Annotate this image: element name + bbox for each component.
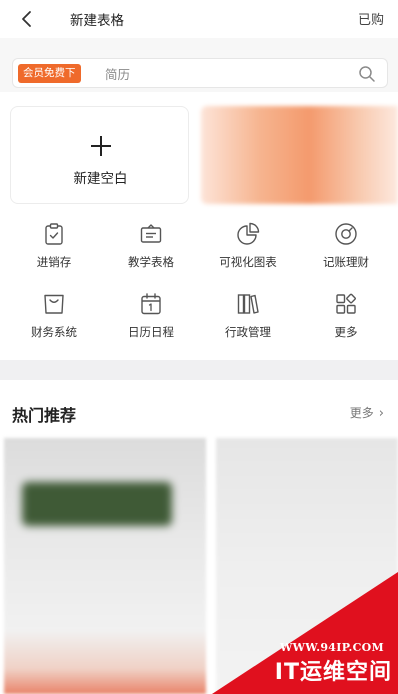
more-label: 更多 bbox=[349, 406, 374, 420]
page-title: 新建表格 bbox=[70, 13, 124, 29]
category-label: 教学表格 bbox=[128, 255, 174, 269]
member-free-tag[interactable]: 会员免费下 bbox=[18, 64, 81, 83]
watermark-name: IT运维空间 bbox=[274, 660, 392, 685]
pie-chart-icon bbox=[237, 222, 260, 245]
category-label: 财务系统 bbox=[31, 325, 77, 339]
template-thumbnail[interactable] bbox=[4, 438, 206, 694]
calendar-icon bbox=[141, 293, 161, 315]
search-icon[interactable] bbox=[358, 65, 376, 83]
more-link[interactable]: 更多 › bbox=[350, 404, 384, 421]
section-divider bbox=[0, 360, 398, 380]
books-icon bbox=[237, 294, 259, 314]
category-item-visual-chart[interactable]: 可视化图表 bbox=[198, 222, 298, 278]
category-item-calendar[interactable]: 日历日程 bbox=[101, 292, 201, 348]
teaching-board-icon bbox=[140, 224, 162, 243]
category-item-more[interactable]: 更多 bbox=[296, 292, 396, 348]
category-label: 行政管理 bbox=[225, 325, 271, 339]
category-item-inventory[interactable]: 进销存 bbox=[4, 222, 104, 278]
category-item-teaching[interactable]: 教学表格 bbox=[101, 222, 201, 278]
main-panel: 新建空白 进销存 教学表格 可视化图表 记账理财 财务系统 日历日程 行政管理 … bbox=[0, 92, 398, 360]
new-blank-card[interactable]: 新建空白 bbox=[10, 106, 189, 204]
search-area: 会员免费下 bbox=[0, 38, 398, 92]
plus-icon bbox=[91, 136, 111, 156]
category-label: 可视化图表 bbox=[219, 255, 277, 269]
watermark-url: WWW.94IP.COM bbox=[279, 641, 384, 654]
category-label: 进销存 bbox=[36, 255, 72, 269]
purchased-link[interactable]: 已购 bbox=[358, 9, 384, 28]
category-item-admin[interactable]: 行政管理 bbox=[198, 292, 298, 348]
new-blank-label: 新建空白 bbox=[73, 171, 128, 187]
top-bar: 新建表格 已购 bbox=[0, 0, 398, 38]
category-item-bookkeeping[interactable]: 记账理财 bbox=[296, 222, 396, 278]
grid-more-icon bbox=[336, 293, 356, 314]
category-label: 记账理财 bbox=[323, 255, 369, 269]
category-label: 更多 bbox=[334, 325, 358, 339]
clipboard-check-icon bbox=[45, 223, 63, 245]
back-arrow-icon bbox=[22, 11, 31, 27]
watermark: WWW.94IP.COM IT运维空间 bbox=[212, 572, 398, 694]
category-label: 日历日程 bbox=[128, 325, 174, 339]
category-item-finance[interactable]: 财务系统 bbox=[4, 292, 104, 348]
section-title: 热门推荐 bbox=[12, 406, 77, 425]
search-input[interactable] bbox=[105, 63, 345, 85]
promo-banner[interactable] bbox=[201, 106, 398, 204]
search-box[interactable]: 会员免费下 bbox=[12, 58, 388, 88]
back-button[interactable] bbox=[14, 6, 40, 32]
shopping-bag-icon bbox=[44, 294, 64, 314]
coin-icon bbox=[335, 223, 357, 245]
thumbnail-preview bbox=[22, 482, 172, 526]
chevron-right-icon: › bbox=[378, 406, 384, 421]
